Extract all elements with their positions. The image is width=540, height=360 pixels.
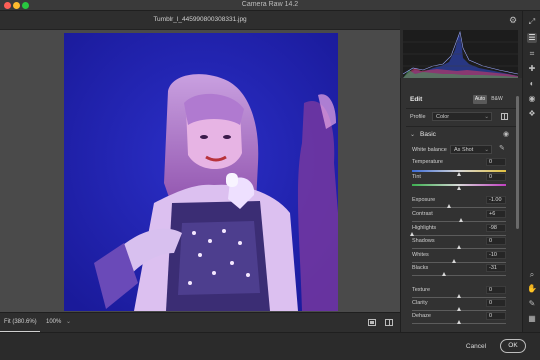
zoom-level-select[interactable]: 100% [46, 319, 61, 325]
filename: Tumblr_l_445990800308331.jpg [153, 16, 247, 23]
gear-icon[interactable]: ⚙ [509, 15, 517, 26]
slider-value[interactable]: -98 [486, 224, 506, 232]
slider-track[interactable] [412, 262, 506, 263]
zoom-icon[interactable]: ⌕ [527, 270, 537, 280]
white-balance-value: As Shot [454, 147, 474, 153]
slider-track[interactable] [412, 207, 506, 208]
auto-button[interactable]: Auto [473, 95, 487, 104]
photo-preview [64, 33, 338, 311]
presets-icon[interactable]: ❖ [527, 109, 537, 119]
ok-button[interactable]: OK [500, 339, 526, 353]
slider-value[interactable]: 0 [486, 286, 506, 294]
divider [406, 108, 516, 109]
eye-icon[interactable]: ◉ [503, 130, 509, 138]
slider-label: Shadows [412, 238, 435, 244]
slider-value[interactable]: -10 [486, 251, 506, 259]
eyedropper-icon[interactable]: ✎ [499, 144, 505, 152]
divider [406, 126, 516, 127]
before-after-view-button[interactable] [385, 319, 393, 326]
slider-thumb[interactable] [456, 320, 461, 324]
zoom-fit-button[interactable]: Fit (380.6%) [4, 319, 37, 325]
photo-image [64, 33, 338, 311]
tool-strip: ⤢ ☰ ⌗ ✚ ◐ ◉ ❖ ⌕ ✋ ✎ ▦ [522, 11, 540, 332]
image-canvas[interactable] [0, 30, 400, 312]
cancel-button[interactable]: Cancel [460, 340, 492, 354]
slider-thumb[interactable] [442, 272, 447, 276]
histogram [402, 30, 519, 78]
basic-section-title[interactable]: Basic [420, 131, 436, 138]
profile-select[interactable]: Color ⌄ [432, 112, 492, 121]
mask-icon[interactable]: ◐ [527, 79, 537, 89]
app-title: Camera Raw 14.2 [241, 1, 299, 8]
slider-value[interactable]: 0 [486, 312, 506, 320]
profile-value: Color [436, 114, 450, 120]
filename-bar: Tumblr_l_445990800308331.jpg [0, 11, 400, 30]
white-balance-label: White balance [412, 147, 447, 153]
chevron-down-icon: ⌄ [484, 147, 489, 153]
canvas-bottom-bar: Fit (380.6%) 100% ⌄ [0, 312, 400, 332]
crop-icon[interactable]: ⌗ [527, 49, 537, 59]
slider-label: Tint [412, 174, 421, 180]
grid-overlay-icon[interactable]: ▦ [527, 314, 537, 324]
white-balance-select[interactable]: As Shot ⌄ [450, 145, 492, 154]
slider-label: Highlights [412, 225, 437, 231]
slider-thumb[interactable] [459, 218, 464, 222]
chevron-down-icon[interactable]: ⌄ [66, 318, 71, 325]
window-titlebar: Camera Raw 14.2 [0, 0, 540, 11]
histogram-graph [402, 30, 519, 78]
slider-label: Temperature [412, 159, 443, 165]
slider-label: Clarity [412, 300, 428, 306]
slider-thumb[interactable] [451, 259, 456, 263]
slider-thumb[interactable] [456, 186, 461, 190]
profile-browser-icon[interactable] [501, 113, 508, 120]
slider-track[interactable] [412, 235, 506, 236]
slider-label: Blacks [412, 265, 429, 271]
expand-icon[interactable]: ⤢ [527, 17, 537, 27]
bw-button[interactable]: B&W [490, 95, 504, 104]
slider-value[interactable]: 0 [486, 173, 506, 181]
chevron-down-icon: ⌄ [484, 114, 489, 120]
slider-label: Whites [412, 252, 429, 258]
slider-value[interactable]: 0 [486, 299, 506, 307]
dialog-footer: Cancel OK [0, 332, 540, 360]
slider-value[interactable]: -31 [486, 264, 506, 272]
slider-thumb[interactable] [456, 245, 461, 249]
edit-sliders-icon[interactable]: ☰ [527, 33, 537, 43]
slider-label: Contrast [412, 211, 433, 217]
healing-icon[interactable]: ✚ [527, 64, 537, 74]
slider-track[interactable] [412, 275, 506, 276]
slider-thumb[interactable] [410, 232, 415, 236]
slider-thumb[interactable] [456, 294, 461, 298]
slider-label: Dehaze [412, 313, 431, 319]
slider-label: Exposure [412, 197, 436, 203]
chevron-down-icon[interactable]: ⌄ [410, 131, 415, 138]
panel-scrollbar[interactable] [516, 96, 519, 229]
slider-value[interactable]: 0 [486, 237, 506, 245]
slider-value[interactable]: -1.00 [486, 196, 506, 204]
profile-label: Profile [410, 114, 426, 120]
slider-value[interactable]: 0 [486, 158, 506, 166]
sampler-icon[interactable]: ✎ [527, 299, 537, 309]
hand-icon[interactable]: ✋ [527, 284, 537, 294]
slider-thumb[interactable] [447, 204, 452, 208]
slider-thumb[interactable] [456, 172, 461, 176]
single-view-button[interactable] [368, 319, 376, 326]
red-eye-icon[interactable]: ◉ [527, 94, 537, 104]
slider-label: Texture [412, 287, 431, 293]
slider-thumb[interactable] [456, 307, 461, 311]
edit-panel-title: Edit [410, 96, 423, 103]
slider-value[interactable]: +6 [486, 210, 506, 218]
